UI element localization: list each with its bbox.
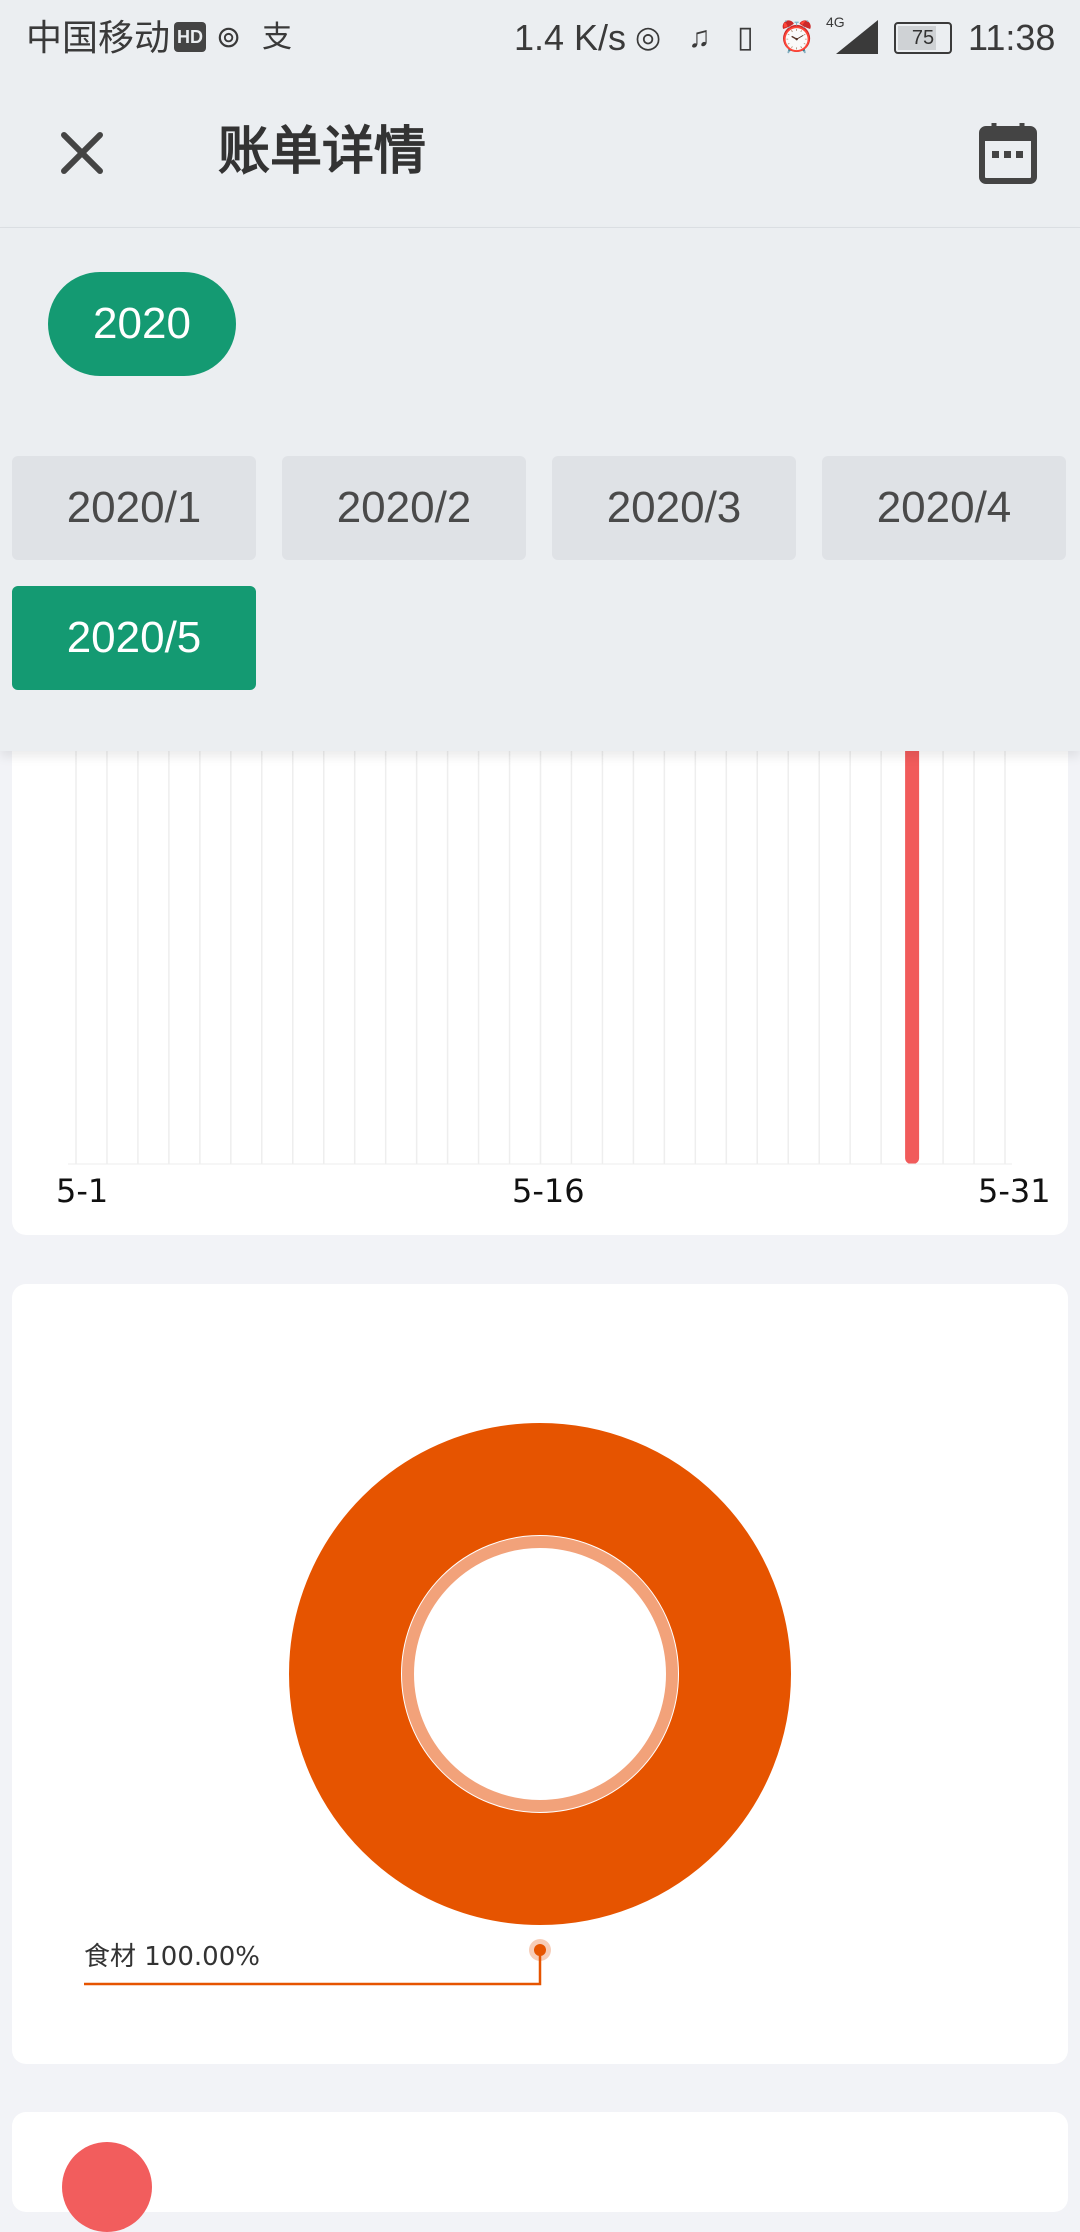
notification-app-icon: ⊚ bbox=[216, 21, 242, 54]
month-button-2020-5[interactable]: 2020/5 bbox=[12, 586, 256, 690]
chart-bars bbox=[905, 720, 920, 1164]
x-tick-label-mid: 5-16 bbox=[512, 1172, 585, 1210]
x-tick-label-start: 5-1 bbox=[56, 1172, 109, 1210]
chart-grid bbox=[75, 700, 1006, 1164]
month-button-2020-2[interactable]: 2020/2 bbox=[282, 456, 526, 560]
date-filter-panel: 2020 2020/1 2020/2 2020/3 2020/4 2020/5 bbox=[0, 228, 1080, 751]
alipay-icon: 支 bbox=[262, 21, 292, 54]
network-speed: 1.4 K/s bbox=[514, 17, 627, 58]
page-title: 账单详情 bbox=[218, 122, 427, 182]
close-button[interactable] bbox=[42, 113, 122, 193]
category-avatar[interactable] bbox=[62, 2142, 152, 2232]
donut-inner-ring bbox=[402, 1536, 678, 1812]
daily-spending-chart-card: 5-1 5-16 5-31 bbox=[12, 700, 1068, 1235]
daily-spending-chart bbox=[68, 700, 1012, 1165]
x-tick-label-end: 5-31 bbox=[978, 1172, 1051, 1210]
calendar-icon bbox=[979, 123, 1037, 184]
year-chip-2020[interactable]: 2020 bbox=[48, 272, 236, 376]
vibrate-icon: ▯ bbox=[737, 21, 754, 54]
status-bar: 中国移动 HD ⊚ 支 1.4 K/s ◎ ♫ ▯ ⏰ 4G 75 11:38 bbox=[0, 0, 1080, 75]
clock: 11:38 bbox=[968, 17, 1056, 58]
hd-badge: HD bbox=[174, 22, 206, 52]
calendar-button[interactable] bbox=[968, 115, 1048, 195]
close-icon bbox=[61, 132, 103, 174]
headphones-icon: ♫ bbox=[688, 21, 711, 54]
category-breakdown-card: 食材 100.00% bbox=[12, 1284, 1068, 2064]
alarm-icon: ⏰ bbox=[778, 21, 816, 54]
category-list-card bbox=[12, 2112, 1068, 2232]
carrier-name: 中国移动 bbox=[26, 17, 171, 58]
hotspot-icon: ◎ bbox=[635, 21, 662, 54]
slice-label-food: 食材 100.00% bbox=[84, 1942, 260, 1972]
signal-icon bbox=[836, 20, 878, 54]
month-button-2020-3[interactable]: 2020/3 bbox=[552, 456, 796, 560]
app-header: 账单详情 bbox=[0, 75, 1080, 228]
month-button-2020-1[interactable]: 2020/1 bbox=[12, 456, 256, 560]
battery-icon: 75 bbox=[894, 22, 952, 54]
bar-day-28[interactable] bbox=[905, 720, 920, 1164]
battery-level: 75 bbox=[911, 27, 935, 49]
month-button-2020-4[interactable]: 2020/4 bbox=[822, 456, 1066, 560]
